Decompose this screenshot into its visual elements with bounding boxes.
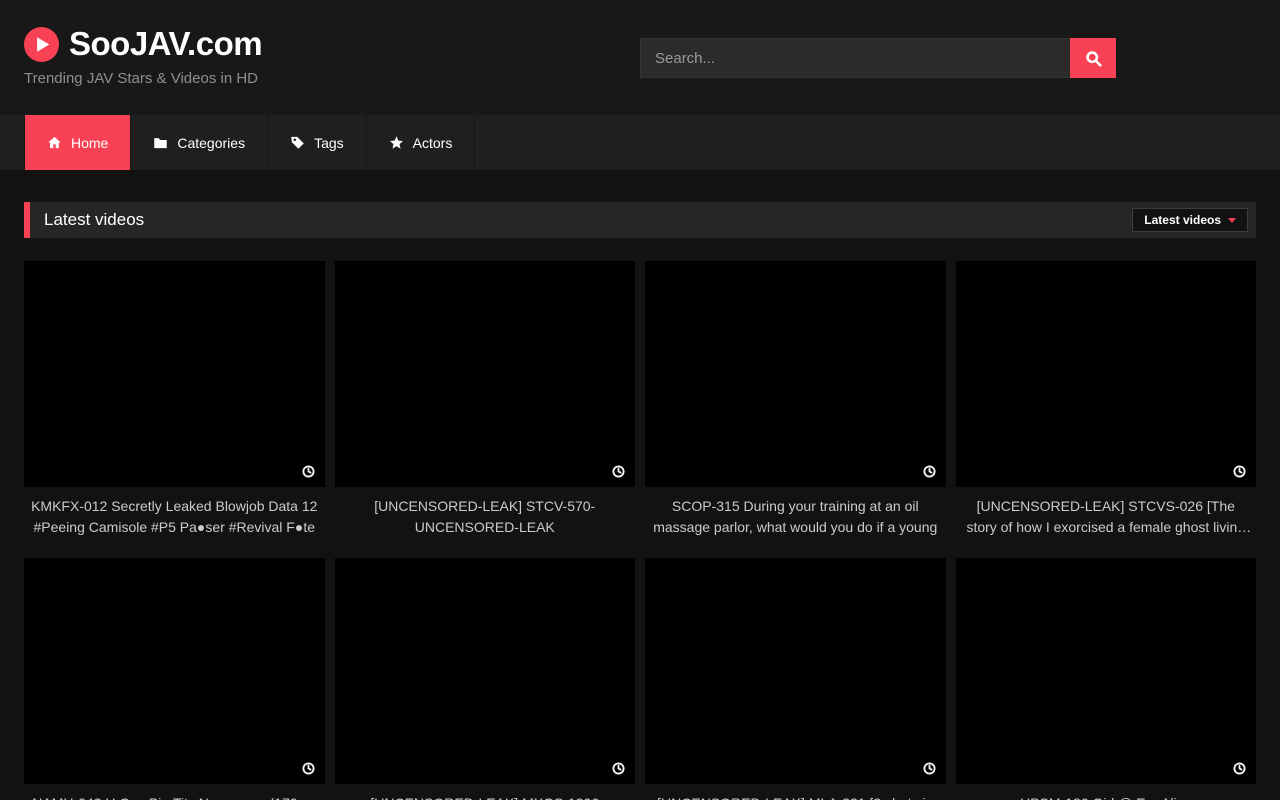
search-button[interactable] (1070, 38, 1116, 78)
video-card[interactable]: [UNCENSORED-LEAK] STCV-570-UNCENSORED-LE… (335, 261, 636, 538)
clock-icon (612, 465, 625, 478)
video-title[interactable]: [UNCENSORED-LEAK] STCVS-026 [The story o… (960, 496, 1253, 538)
home-icon (47, 135, 62, 150)
caret-down-icon (1228, 218, 1236, 223)
tag-icon (290, 135, 305, 150)
video-thumbnail[interactable] (956, 261, 1257, 487)
video-title[interactable]: [UNCENSORED-LEAK] MLA-231 [3 shots in (649, 793, 942, 800)
sort-dropdown-label: Latest videos (1144, 213, 1221, 227)
video-card[interactable]: [UNCENSORED-LEAK] MLA-231 [3 shots in (645, 558, 946, 800)
video-thumbnail[interactable] (956, 558, 1257, 784)
video-title[interactable]: KMKFX-012 Secretly Leaked Blowjob Data 1… (28, 496, 321, 538)
clock-icon (1233, 762, 1246, 775)
video-card[interactable]: [UNCENSORED-LEAK] STCVS-026 [The story o… (956, 261, 1257, 538)
search-form (640, 38, 1116, 78)
clock-icon (923, 465, 936, 478)
search-icon (1085, 50, 1102, 67)
section-title: Latest videos (44, 210, 144, 230)
section-header: Latest videos Latest videos (24, 202, 1256, 238)
nav-item-categories[interactable]: Categories (131, 115, 268, 170)
nav-item-label: Categories (177, 135, 245, 151)
video-title[interactable]: [UNCENSORED-LEAK] STCV-570-UNCENSORED-LE… (339, 496, 632, 538)
play-circle-icon (24, 27, 59, 62)
clock-icon (923, 762, 936, 775)
clock-icon (302, 762, 315, 775)
video-thumbnail[interactable] (645, 261, 946, 487)
video-card[interactable]: KMKFX-012 Secretly Leaked Blowjob Data 1… (24, 261, 325, 538)
video-thumbnail[interactable] (24, 558, 325, 784)
site-header: SooJAV.com Trending JAV Stars & Videos i… (0, 0, 1280, 115)
video-title[interactable]: SCOP-315 During your training at an oil … (649, 496, 942, 538)
nav-item-label: Actors (413, 135, 453, 151)
nav-item-actors[interactable]: Actors (367, 115, 476, 170)
video-thumbnail[interactable] (335, 558, 636, 784)
video-card[interactable]: HPSM-186 Girl @ Era Alice (956, 558, 1257, 800)
clock-icon (1233, 465, 1246, 478)
search-input[interactable] (640, 38, 1070, 78)
star-icon (389, 135, 404, 150)
site-title[interactable]: SooJAV.com (69, 25, 262, 63)
video-grid: KMKFX-012 Secretly Leaked Blowjob Data 1… (24, 261, 1256, 800)
video-card[interactable]: [UNCENSORED-LEAK] MXGS-1306 Absolutely (335, 558, 636, 800)
clock-icon (302, 465, 315, 478)
video-thumbnail[interactable] (645, 558, 946, 784)
nav-item-tags[interactable]: Tags (268, 115, 367, 170)
clock-icon (612, 762, 625, 775)
folder-icon (153, 135, 168, 150)
video-title[interactable]: HPSM-186 Girl @ Era Alice (960, 793, 1253, 800)
nav-item-home[interactable]: Home (24, 115, 131, 170)
video-title[interactable]: NAMH-042 H Cup Big Tits Newcomer (170cm … (28, 793, 321, 800)
video-title[interactable]: [UNCENSORED-LEAK] MXGS-1306 Absolutely (339, 793, 632, 800)
main-nav: Home Categories Tags Actors (0, 115, 1280, 170)
main-content: Latest videos Latest videos KMKFX-012 Se… (0, 202, 1280, 800)
sort-dropdown[interactable]: Latest videos (1132, 208, 1248, 232)
video-card[interactable]: NAMH-042 H Cup Big Tits Newcomer (170cm … (24, 558, 325, 800)
video-thumbnail[interactable] (335, 261, 636, 487)
nav-item-label: Tags (314, 135, 344, 151)
video-thumbnail[interactable] (24, 261, 325, 487)
video-card[interactable]: SCOP-315 During your training at an oil … (645, 261, 946, 538)
nav-item-label: Home (71, 135, 108, 151)
